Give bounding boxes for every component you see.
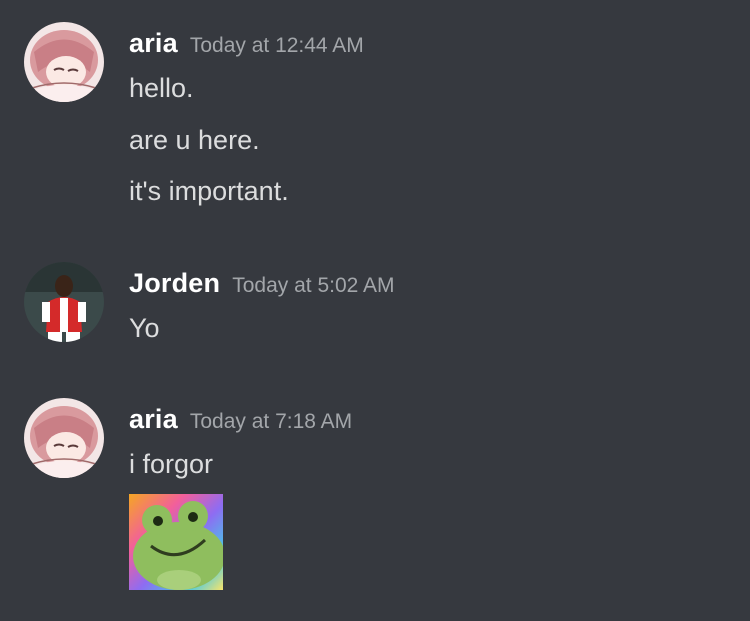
username[interactable]: aria [129,28,178,58]
avatar[interactable] [24,398,104,478]
username[interactable]: aria [129,404,178,434]
message-text: it's important. [129,176,289,206]
message-text: Yo [129,313,160,343]
footballer-avatar-icon [24,262,104,342]
timestamp: Today at 7:18 AM [189,410,353,433]
message-text: i forgor [129,449,214,479]
message-text: hello. [129,73,194,103]
avatar[interactable] [24,22,104,102]
avatar[interactable] [24,262,104,342]
timestamp: Today at 5:02 AM [232,274,395,297]
username[interactable]: Jorden [129,268,220,298]
frog-sticker[interactable] [129,494,223,590]
chat-messages: aria Today at 12:44 AM hello. are u here.… [0,0,750,621]
anime-girl-avatar-icon [24,398,104,478]
frog-sticker-icon [129,494,223,590]
timestamp: Today at 12:44 AM [189,34,364,57]
message-text: are u here. [129,125,260,155]
anime-girl-avatar-icon [24,22,104,102]
